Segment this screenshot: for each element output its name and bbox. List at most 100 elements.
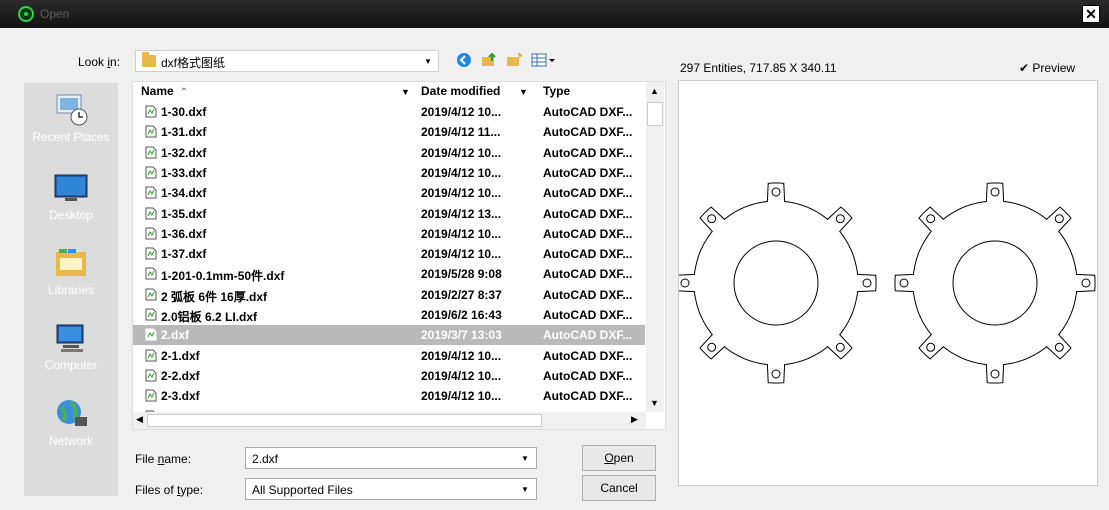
filename-value: 2.dxf <box>252 452 279 466</box>
filename-label: File name: <box>135 452 191 466</box>
column-header-name[interactable]: Name ⌃ <box>141 84 188 98</box>
file-row[interactable]: 1-35.dxf 2019/4/12 13... AutoCAD DXF... <box>133 204 645 224</box>
gear-part <box>675 182 877 384</box>
file-name: 1-34.dxf <box>161 186 207 201</box>
place-libraries[interactable]: Libraries <box>24 246 118 297</box>
file-type: AutoCAD DXF... <box>543 389 633 404</box>
up-folder-icon[interactable] <box>480 52 498 70</box>
scroll-up-icon[interactable]: ▲ <box>650 86 659 96</box>
chevron-down-icon[interactable]: ▼ <box>521 485 529 494</box>
dxf-file-icon <box>145 186 157 199</box>
place-label: Computer <box>44 358 98 372</box>
app-icon <box>18 6 34 22</box>
checkmark-icon: ✔ <box>1019 61 1030 75</box>
file-row[interactable]: 1-201-0.1mm-50件.dxf 2019/5/28 9:08 AutoCAD… <box>133 264 645 284</box>
file-list[interactable]: Name ⌃ ▼ Date modified ▼ Type 1-30.dxf 201… <box>132 81 666 430</box>
file-date: 2019/4/12 10... <box>421 226 502 241</box>
back-icon[interactable] <box>455 52 473 70</box>
dxf-file-icon <box>145 207 157 219</box>
column-header-date[interactable]: Date modified <box>421 84 500 98</box>
column-header-type[interactable]: Type <box>543 84 570 98</box>
label-text: ype: <box>180 483 204 497</box>
file-row[interactable]: 2.0铝板 6.2 LI.dxf 2019/6/2 16:43 AutoCAD DX… <box>133 305 645 325</box>
sort-up-icon: ⌃ <box>179 87 189 98</box>
file-type: AutoCAD DXF... <box>543 226 633 241</box>
file-name: 1-35.dxf <box>161 206 207 221</box>
file-date: 2019/4/12 10... <box>421 247 502 262</box>
preview-label: Preview <box>1032 61 1076 75</box>
file-type: AutoCAD DXF... <box>543 328 633 343</box>
place-desktop[interactable]: Desktop <box>24 171 118 222</box>
cancel-button[interactable]: Cancel <box>582 475 656 501</box>
lookin-value: dxf格式图纸 <box>161 56 226 70</box>
places-bar: Recent Places Desktop Libraries Computer… <box>24 83 118 496</box>
scroll-thumb[interactable] <box>147 414 542 427</box>
scroll-right-icon[interactable]: ▶ <box>631 414 638 425</box>
label-text: Files of <box>135 483 178 497</box>
file-row[interactable]: 2-3.dxf 2019/4/12 10... AutoCAD DXF... <box>133 386 645 406</box>
file-name: 1-36.dxf <box>161 226 207 241</box>
file-type: AutoCAD DXF... <box>543 247 633 262</box>
gear-part <box>894 182 1096 384</box>
column-chevron-icon[interactable]: ▼ <box>519 87 528 97</box>
file-row[interactable]: 1-34.dxf 2019/4/12 10... AutoCAD DXF... <box>133 183 645 203</box>
computer-icon <box>56 324 84 352</box>
dxf-file-icon <box>145 328 157 341</box>
file-name: 1-31.dxf <box>161 125 207 140</box>
open-access-key: O <box>604 451 614 465</box>
close-button[interactable]: ✕ <box>1082 5 1100 23</box>
vertical-scrollbar[interactable]: ▲ ▼ <box>646 82 664 412</box>
dxf-file-icon <box>145 227 157 240</box>
file-row[interactable]: 1-31.dxf 2019/4/12 11... AutoCAD DXF... <box>133 122 645 142</box>
chevron-down-icon: ▼ <box>424 57 432 66</box>
new-folder-icon[interactable] <box>505 52 523 70</box>
dxf-file-icon <box>145 247 157 260</box>
label-text: File <box>135 452 158 466</box>
file-row[interactable]: 2-1.dxf 2019/4/12 10... AutoCAD DXF... <box>133 346 645 366</box>
place-label: Libraries <box>47 283 95 297</box>
scroll-left-icon[interactable]: ◀ <box>136 414 143 425</box>
column-chevron-icon[interactable]: ▼ <box>401 87 410 97</box>
file-row[interactable]: 1-33.dxf 2019/4/12 10... AutoCAD DXF... <box>133 163 645 183</box>
scroll-down-icon[interactable]: ▼ <box>650 398 659 408</box>
horizontal-scrollbar[interactable]: ◀ ▶ <box>133 412 646 429</box>
filetype-label: Files of type: <box>135 483 203 497</box>
file-row[interactable]: 1-37.dxf 2019/4/12 10... AutoCAD DXF... <box>133 244 645 264</box>
file-row[interactable]: 2 弧板 6件 16厚.dxf 2019/2/27 8:37 AutoCAD DXF… <box>133 285 645 305</box>
place-computer[interactable]: Computer <box>24 321 118 372</box>
lookin-dropdown[interactable]: dxf格式图纸 ▼ <box>135 50 439 72</box>
recent-places-icon <box>56 94 88 126</box>
file-row[interactable]: 2.dxf 2019/3/7 13:03 AutoCAD DXF... <box>133 325 645 346</box>
open-button[interactable]: Open <box>582 445 656 471</box>
chevron-down-icon[interactable]: ▼ <box>521 454 529 463</box>
file-row[interactable]: 1-36.dxf 2019/4/12 10... AutoCAD DXF... <box>133 224 645 244</box>
preview-checkbox[interactable]: ✔ Preview <box>1019 61 1075 75</box>
title-bar: Open ✕ <box>0 0 1109 28</box>
file-date: 2019/4/12 11... <box>421 125 501 140</box>
place-network[interactable]: Network <box>24 397 118 448</box>
file-date: 2019/4/12 10... <box>421 145 502 160</box>
dxf-file-icon <box>145 349 157 362</box>
network-icon <box>57 400 87 426</box>
file-name: 2-3.dxf <box>161 389 200 404</box>
file-type: AutoCAD DXF... <box>543 308 633 322</box>
desktop-icon <box>54 174 88 201</box>
scroll-thumb[interactable] <box>647 102 663 126</box>
file-date: 2019/4/12 10... <box>421 368 502 383</box>
filetype-select[interactable]: All Supported Files ▼ <box>245 478 537 500</box>
file-type: AutoCAD DXF... <box>543 206 633 221</box>
view-menu-icon[interactable] <box>530 52 558 70</box>
dxf-file-icon <box>145 308 157 321</box>
file-type: AutoCAD DXF... <box>543 368 633 383</box>
file-row[interactable]: 1-32.dxf 2019/4/12 10... AutoCAD DXF... <box>133 143 645 163</box>
dxf-file-icon <box>145 369 157 382</box>
file-row[interactable]: 2-2.dxf 2019/4/12 10... AutoCAD DXF... <box>133 366 645 386</box>
file-row[interactable]: 1-30.dxf 2019/4/12 10... AutoCAD DXF... <box>133 102 645 122</box>
folder-icon <box>142 52 156 67</box>
place-recent-places[interactable]: Recent Places <box>24 93 118 144</box>
open-label: pen <box>613 451 634 465</box>
filename-input[interactable]: 2.dxf ▼ <box>245 447 537 469</box>
dxf-file-icon <box>145 146 157 159</box>
file-name: 2.dxf <box>161 328 190 343</box>
file-name: 2-1.dxf <box>161 348 200 363</box>
